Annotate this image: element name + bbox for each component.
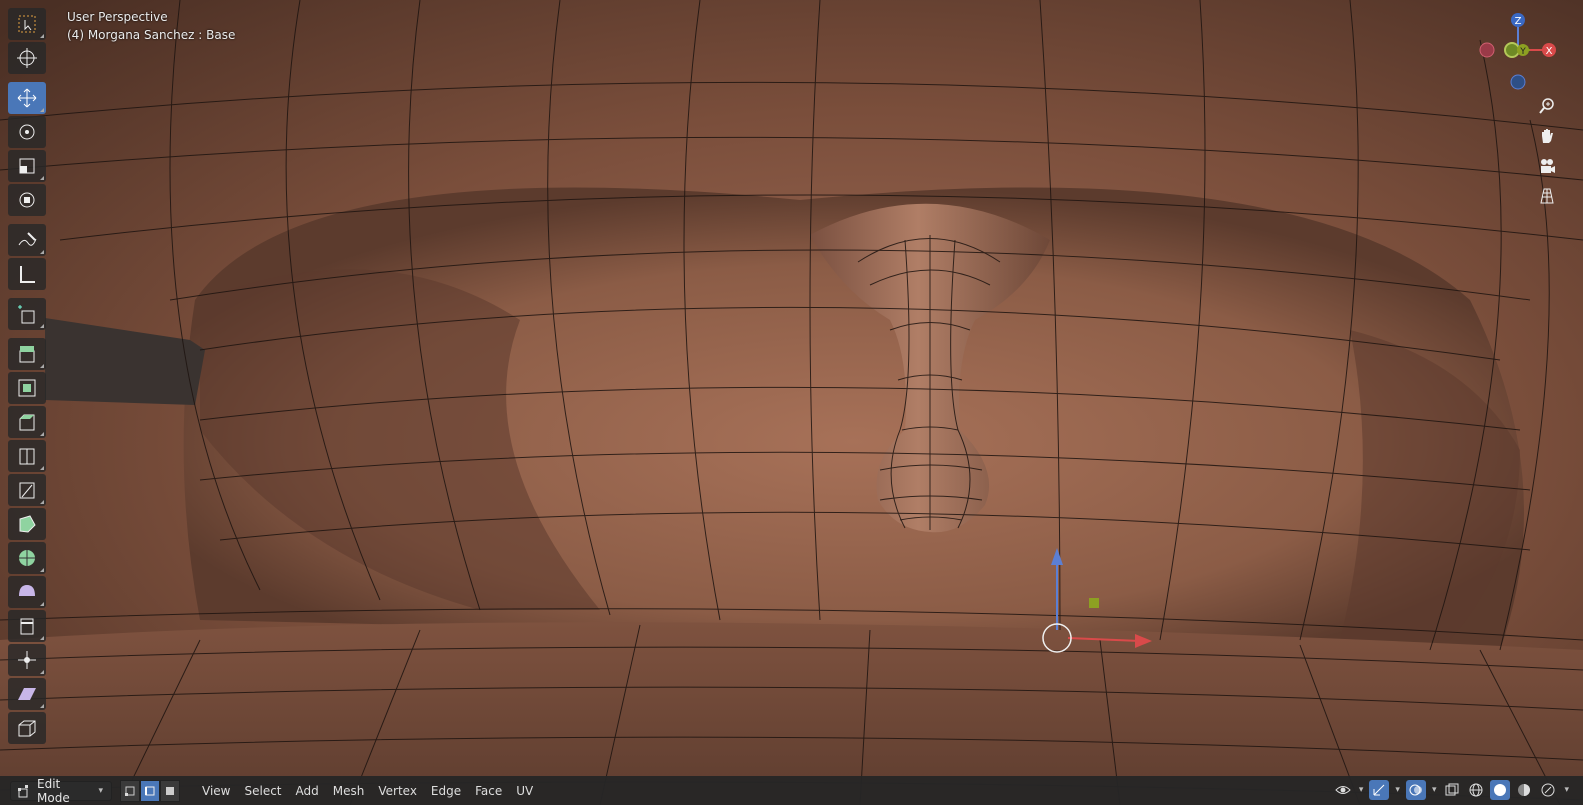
menu-view[interactable]: View [196,781,236,801]
chevron-down-icon: ▾ [98,785,103,796]
gizmo-y-label: Y [1519,47,1526,57]
rotate-tool[interactable] [8,116,46,148]
annotate-tool[interactable] [8,224,46,256]
visibility-eye-icon[interactable] [1333,780,1353,800]
gizmo-z-label: Z [1515,16,1522,27]
face-select-button[interactable] [160,779,180,802]
select-box-tool[interactable] [8,8,46,40]
overlays-icon[interactable] [1405,780,1426,800]
scale-tool[interactable] [8,150,46,182]
chevron-down-icon[interactable]: ▾ [1564,785,1569,795]
chevron-down-icon[interactable]: ▾ [1432,785,1437,795]
cursor-tool[interactable] [8,42,46,74]
header-right-tools: ▾ ▾ ▾ ▾ [1333,780,1571,800]
loop-cut-tool[interactable] [8,440,46,472]
to-sphere-tool[interactable] [8,712,46,744]
zoom-icon[interactable] [1535,94,1559,118]
mode-dropdown[interactable]: Edit Mode ▾ [10,777,112,805]
mode-label: Edit Mode [37,776,70,805]
pan-hand-icon[interactable] [1535,124,1559,148]
transform-tool[interactable] [8,184,46,216]
solid-shading-icon[interactable] [1490,780,1511,800]
viewport-header: Edit Mode ▾ View Select Add Mesh Vertex … [0,776,1583,805]
chevron-down-icon[interactable]: ▾ [1359,785,1364,795]
move-tool[interactable] [8,82,46,114]
view-name: User Perspective [67,10,168,24]
menu-add[interactable]: Add [290,781,325,801]
bevel-tool[interactable] [8,406,46,438]
spin-tool[interactable] [8,542,46,574]
extrude-region-tool[interactable] [8,338,46,370]
select-mode-group [120,779,180,802]
smooth-tool[interactable] [8,576,46,608]
add-cube-tool[interactable] [8,298,46,330]
edge-slide-tool[interactable] [8,610,46,642]
object-info: (4) Morgana Sanchez : Base [67,28,236,42]
rendered-shading-icon[interactable] [1538,780,1558,800]
vertex-select-button[interactable] [120,779,140,802]
material-shading-icon[interactable] [1514,780,1534,800]
wireframe-shading-icon[interactable] [1466,780,1486,800]
shear-tool[interactable] [8,678,46,710]
xray-toggle-icon[interactable] [1442,780,1462,800]
poly-build-tool[interactable] [8,508,46,540]
menu-uv[interactable]: UV [510,781,539,801]
menu-vertex[interactable]: Vertex [372,781,423,801]
gizmo-x-label: X [1546,46,1553,57]
gizmo-toggle-icon[interactable] [1369,780,1390,800]
edge-select-button[interactable] [140,779,160,802]
tool-shelf [8,8,50,746]
menu-face[interactable]: Face [469,781,508,801]
grid-view-icon[interactable] [1535,184,1559,208]
3d-viewport[interactable] [0,0,1583,805]
menu-select[interactable]: Select [238,781,287,801]
knife-tool[interactable] [8,474,46,506]
shrink-fatten-tool[interactable] [8,644,46,676]
navigation-gizmo[interactable]: Z Y X [1475,8,1575,98]
inset-faces-tool[interactable] [8,372,46,404]
edit-mode-icon [18,784,28,797]
menu-edge[interactable]: Edge [425,781,467,801]
camera-icon[interactable] [1535,154,1559,178]
chevron-down-icon[interactable]: ▾ [1395,785,1400,795]
menu-mesh[interactable]: Mesh [327,781,371,801]
measure-tool[interactable] [8,258,46,290]
